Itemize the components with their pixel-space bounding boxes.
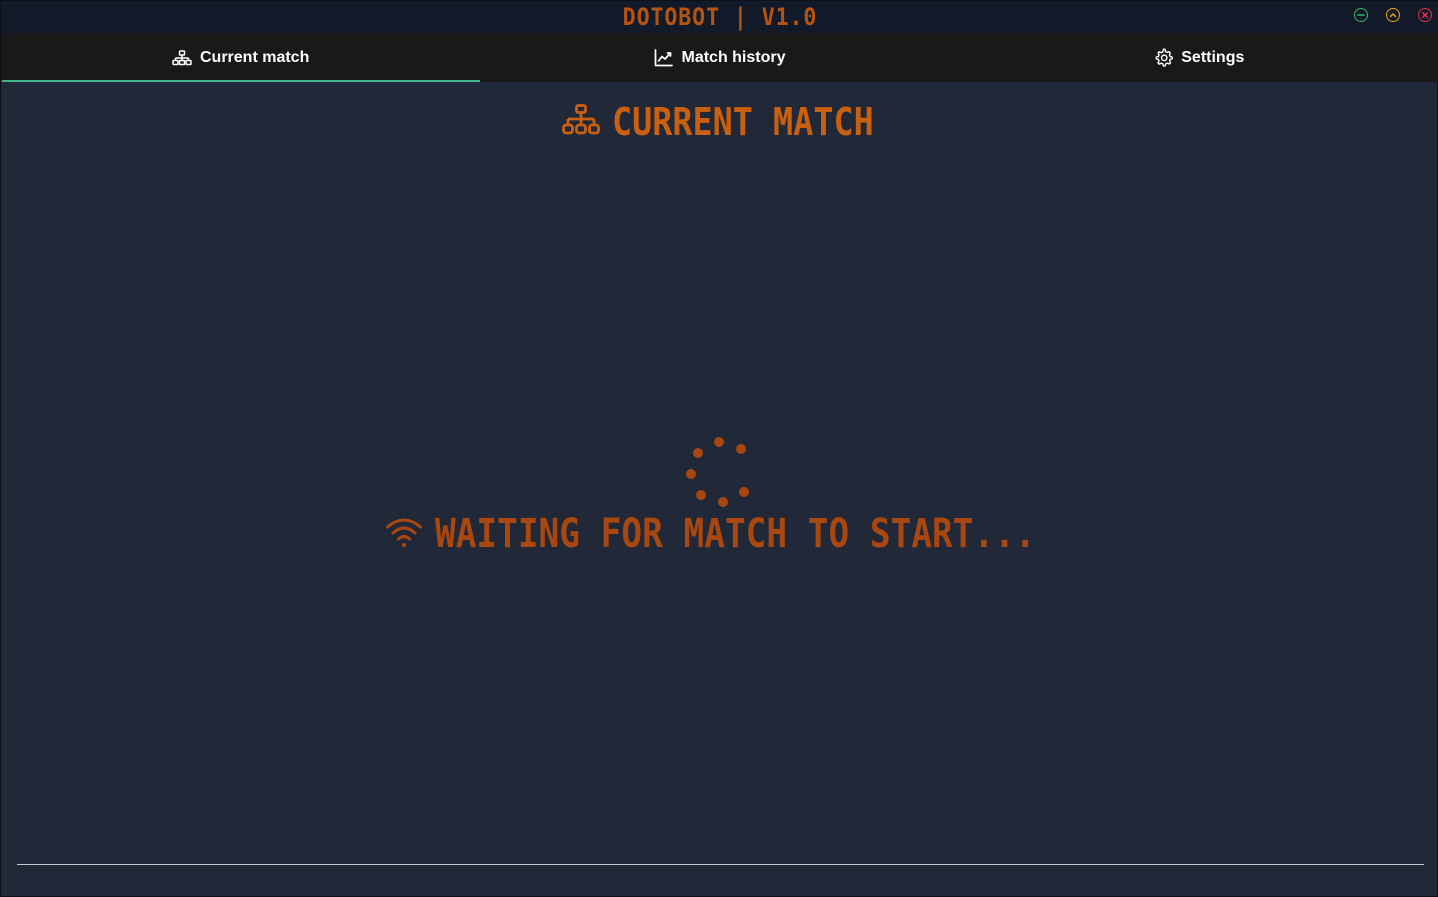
tab-match-history[interactable]: Match history: [480, 33, 959, 82]
tab-label: Settings: [1181, 48, 1245, 66]
close-icon: [1422, 12, 1428, 18]
tab-label: Match history: [681, 48, 786, 66]
tab-settings[interactable]: Settings: [960, 33, 1438, 82]
page-heading: CURRENT MATCH: [1, 99, 1437, 145]
close-button[interactable]: [1418, 8, 1432, 22]
waiting-status: WAITING FOR MATCH TO START...: [1, 510, 1437, 558]
app-title: DOTOBOT | V1.0: [622, 3, 818, 31]
minimize-button[interactable]: [1354, 8, 1368, 22]
line-chart-icon: [654, 48, 674, 67]
tab-bar: Current match Match history Settings: [1, 33, 1438, 82]
tab-label: Current match: [199, 48, 310, 66]
title-bar[interactable]: DOTOBOT | V1.0: [1, 1, 1438, 33]
maximize-button[interactable]: [1386, 8, 1400, 22]
wifi-icon: [385, 516, 423, 552]
gear-icon: [1154, 48, 1174, 67]
sitemap-icon: [172, 49, 192, 66]
chevron-up-icon: [1389, 13, 1397, 18]
spinner-icon: [681, 433, 757, 509]
status-text: WAITING FOR MATCH TO START...: [434, 511, 1036, 557]
footer-divider: [17, 864, 1424, 865]
tab-current-match[interactable]: Current match: [1, 33, 481, 82]
minimize-icon: [1357, 14, 1365, 16]
sitemap-icon: [562, 104, 601, 140]
app-window: DOTOBOT | V1.0 Current match Match histo…: [0, 0, 1438, 897]
page-title: CURRENT MATCH: [612, 100, 875, 144]
